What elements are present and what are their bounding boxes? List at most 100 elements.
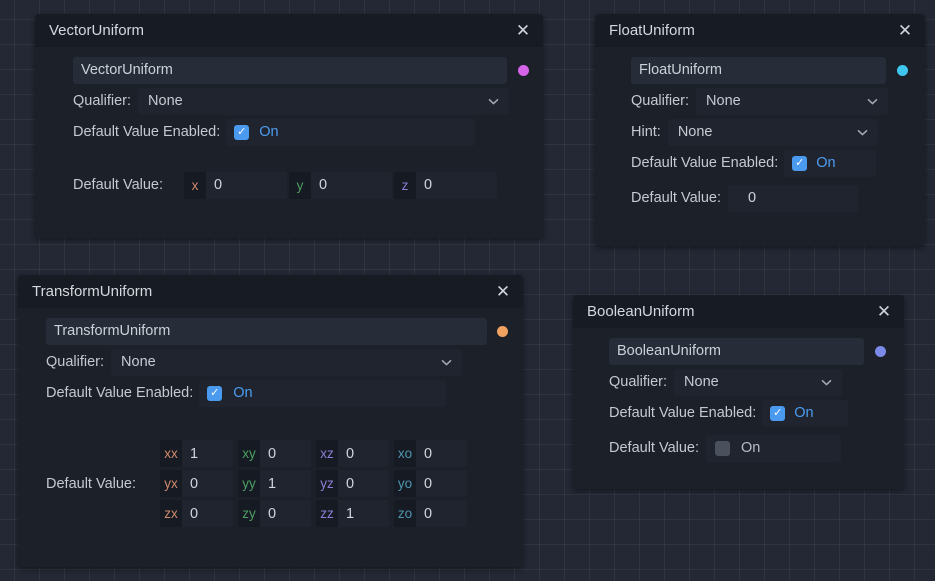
matrix-cell-xo-value[interactable]: 0	[416, 440, 468, 467]
uniform-name-input[interactable]: VectorUniform	[73, 56, 507, 84]
default-value-state: On	[741, 440, 761, 456]
matrix-cell-zx-key: zx	[160, 500, 183, 527]
default-value-enabled-state: On	[794, 405, 814, 421]
close-icon[interactable]: ✕	[895, 21, 915, 41]
node-title-bar[interactable]: FloatUniform ✕	[595, 14, 925, 47]
matrix-cell-xz-value[interactable]: 0	[338, 440, 390, 467]
matrix-cell-zx-value[interactable]: 0	[182, 500, 234, 527]
default-value-label: Default Value:	[73, 177, 164, 193]
qualifier-select[interactable]: None	[674, 368, 843, 396]
vector-component-x-value[interactable]: 0	[206, 171, 288, 199]
matrix-cell-yy-key: yy	[238, 470, 261, 497]
output-port-dot[interactable]	[518, 64, 529, 76]
matrix-cell-yy[interactable]: yy 1	[238, 470, 312, 497]
matrix-cell-zy-key: zy	[238, 500, 261, 527]
matrix-cell-zz[interactable]: zz 1	[316, 500, 390, 527]
matrix-cell-xo-key: xo	[394, 440, 417, 467]
node-transform-uniform[interactable]: TransformUniform ✕ TransformUniform Qual…	[18, 275, 523, 567]
default-value-enabled-label: Default Value Enabled:	[46, 385, 194, 401]
matrix-cell-xy-value[interactable]: 0	[260, 440, 312, 467]
check-icon: ✓	[773, 406, 783, 419]
vector-component-x[interactable]: x 0	[184, 171, 288, 199]
default-value-enabled-state: On	[233, 385, 253, 401]
output-port-dot[interactable]	[497, 325, 508, 337]
default-value-enabled-checkbox[interactable]: ✓	[234, 124, 250, 140]
default-value-enabled-checkbox[interactable]: ✓	[792, 155, 808, 171]
default-value-enabled-checkbox[interactable]: ✓	[770, 405, 786, 421]
node-title-label: VectorUniform	[49, 22, 145, 39]
default-value-enabled-checkbox[interactable]: ✓	[207, 385, 223, 401]
check-icon: ✓	[237, 125, 247, 138]
close-icon[interactable]: ✕	[513, 21, 533, 41]
node-title-bar[interactable]: VectorUniform ✕	[35, 14, 543, 47]
qualifier-value: None	[706, 93, 741, 109]
node-title-bar[interactable]: TransformUniform ✕	[18, 275, 523, 308]
matrix-row: zx 0 zy 0 zz 1 zo 0	[160, 500, 468, 527]
default-value-input[interactable]: 0	[728, 184, 859, 212]
node-title-label: TransformUniform	[32, 283, 153, 300]
vector-component-z-value[interactable]: 0	[416, 171, 498, 199]
qualifier-select[interactable]: None	[111, 348, 463, 376]
vector-component-y-value[interactable]: 0	[311, 171, 393, 199]
check-icon: ✓	[795, 156, 805, 169]
qualifier-select[interactable]: None	[696, 87, 889, 115]
vector-component-y[interactable]: y 0	[289, 171, 393, 199]
matrix-cell-zx[interactable]: zx 0	[160, 500, 234, 527]
qualifier-value: None	[684, 374, 719, 390]
node-title-bar[interactable]: BooleanUniform ✕	[573, 295, 904, 328]
matrix-cell-xy[interactable]: xy 0	[238, 440, 312, 467]
matrix-cell-yo-key: yo	[394, 470, 417, 497]
matrix-cell-zo-value[interactable]: 0	[416, 500, 468, 527]
node-float-uniform[interactable]: FloatUniform ✕ FloatUniform Qualifier: N…	[595, 14, 925, 246]
default-value-enabled-state: On	[816, 155, 836, 171]
uniform-name-input[interactable]: BooleanUniform	[609, 337, 864, 365]
close-icon[interactable]: ✕	[874, 302, 894, 322]
qualifier-label: Qualifier:	[73, 93, 132, 109]
matrix-row: yx 0 yy 1 yz 0 yo 0	[160, 470, 468, 497]
matrix-cell-xz[interactable]: xz 0	[316, 440, 390, 467]
hint-value: None	[677, 124, 713, 140]
matrix-cell-yz-value[interactable]: 0	[338, 470, 390, 497]
matrix-cell-zy-value[interactable]: 0	[260, 500, 312, 527]
chevron-down-icon	[866, 95, 879, 108]
matrix-cell-xy-key: xy	[238, 440, 261, 467]
node-body: FloatUniform Qualifier: None Hint: None	[595, 47, 925, 225]
node-vector-uniform[interactable]: VectorUniform ✕ VectorUniform Qualifier:…	[35, 14, 543, 238]
output-port-dot[interactable]	[875, 345, 886, 357]
default-value-label: Default Value:	[46, 475, 137, 492]
matrix-cell-zo-key: zo	[394, 500, 417, 527]
hint-select[interactable]: None	[667, 118, 878, 146]
default-value-checkbox[interactable]	[715, 440, 731, 456]
qualifier-label: Qualifier:	[609, 374, 668, 390]
default-value-enabled-label: Default Value Enabled:	[609, 405, 757, 421]
check-icon: ✓	[210, 386, 220, 399]
matrix-cell-yo-value[interactable]: 0	[416, 470, 468, 497]
vector-component-z-key: z	[394, 171, 417, 199]
vector-component-z[interactable]: z 0	[394, 171, 498, 199]
matrix-cell-yx-value[interactable]: 0	[182, 470, 234, 497]
matrix-cell-zo[interactable]: zo 0	[394, 500, 468, 527]
node-body: TransformUniform Qualifier: None Default…	[18, 308, 523, 540]
matrix-cell-yy-value[interactable]: 1	[260, 470, 312, 497]
output-port-dot[interactable]	[897, 64, 908, 76]
chevron-down-icon	[856, 126, 869, 139]
matrix-cell-yz[interactable]: yz 0	[316, 470, 390, 497]
matrix-cell-xo[interactable]: xo 0	[394, 440, 468, 467]
node-boolean-uniform[interactable]: BooleanUniform ✕ BooleanUniform Qualifie…	[573, 295, 904, 489]
default-value-text: 0	[748, 190, 757, 206]
matrix-cell-yo[interactable]: yo 0	[394, 470, 468, 497]
vector-component-y-key: y	[289, 171, 312, 199]
matrix-cell-zz-value[interactable]: 1	[338, 500, 390, 527]
close-icon[interactable]: ✕	[493, 282, 513, 302]
matrix-cell-xx-value[interactable]: 1	[182, 440, 234, 467]
matrix-cell-zy[interactable]: zy 0	[238, 500, 312, 527]
matrix-cell-yx[interactable]: yx 0	[160, 470, 234, 497]
uniform-name-input[interactable]: TransformUniform	[46, 317, 487, 345]
matrix-cell-xx[interactable]: xx 1	[160, 440, 234, 467]
matrix-cell-xz-key: xz	[316, 440, 339, 467]
node-body: BooleanUniform Qualifier: None Default V…	[573, 328, 904, 475]
qualifier-select[interactable]: None	[138, 87, 510, 115]
qualifier-label: Qualifier:	[631, 93, 690, 109]
vector-component-x-key: x	[184, 171, 207, 199]
uniform-name-input[interactable]: FloatUniform	[631, 56, 886, 84]
